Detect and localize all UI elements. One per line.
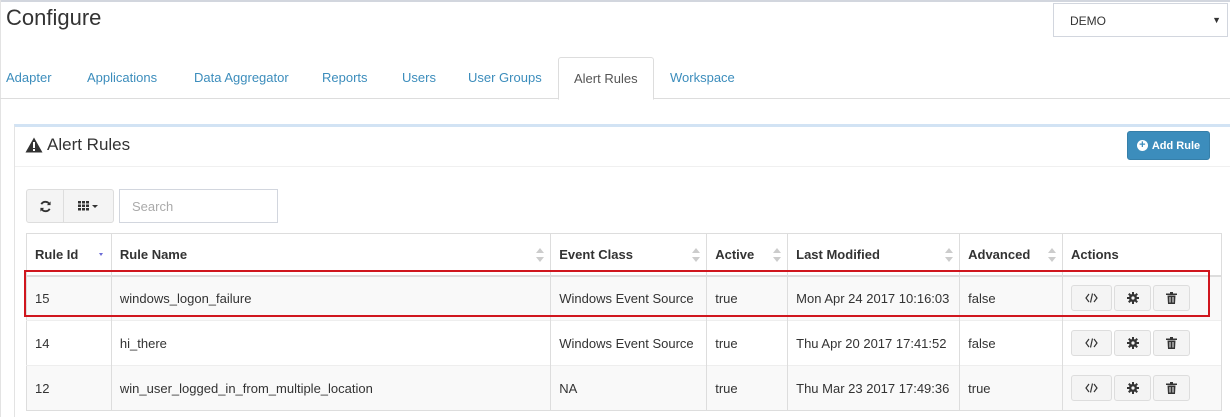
tab-data-aggregator[interactable]: Data Aggregator [194,57,289,99]
environment-select-value: DEMO [1070,14,1106,28]
trash-icon [1166,292,1178,305]
sort-icon [1048,248,1057,262]
sort-icon [536,248,545,262]
cell-active: true [706,275,789,321]
column-label: Last Modified [796,246,880,262]
box-title-text: Alert Rules [47,135,131,154]
code-icon [1085,293,1098,303]
cell-rule-id: 12 [26,365,112,411]
column-advanced[interactable]: Advanced [959,233,1064,277]
tab-alert-rules[interactable]: Alert Rules [558,57,654,100]
cell-advanced: false [959,275,1064,321]
cell-last-modified: Mon Apr 24 2017 10:16:03 [787,275,961,321]
alert-rules-box: Alert Rules + Add Rule Rule Id [14,124,1230,417]
settings-button[interactable] [1114,285,1152,312]
search-input[interactable] [119,189,278,223]
columns-toggle-button[interactable] [63,189,114,223]
column-label: Event Class [559,246,633,262]
column-label: Active [715,246,755,262]
top-border [0,0,1230,2]
cell-last-modified: Thu Apr 20 2017 17:41:52 [787,320,961,366]
refresh-icon [39,200,51,212]
column-label: Advanced [968,246,1031,262]
column-rule-name[interactable]: Rule Name [111,233,552,277]
tab-reports[interactable]: Reports [322,57,368,99]
cell-event-class: NA [550,365,708,411]
table-row[interactable]: 12 win_user_logged_in_from_multiple_loca… [26,365,1222,411]
cell-event-class: Windows Event Source [550,275,708,321]
page-title: Configure [6,5,102,30]
settings-button[interactable] [1114,330,1152,356]
alert-rules-table: Rule Id Rule Name Event Class Active Las… [26,233,1222,411]
column-active[interactable]: Active [706,233,789,277]
cell-last-modified: Thu Mar 23 2017 17:49:36 [787,365,961,411]
delete-button[interactable] [1153,330,1191,356]
trash-icon [1166,382,1178,394]
column-last-modified[interactable]: Last Modified [787,233,961,277]
column-actions: Actions [1062,233,1222,277]
cell-active: true [706,365,789,411]
column-label: Rule Id [35,246,79,262]
sort-icon [945,248,954,262]
edit-code-button[interactable] [1071,375,1113,401]
cell-actions [1062,365,1222,411]
add-rule-label: Add Rule [1151,139,1201,152]
cell-advanced: true [959,365,1064,411]
cell-actions [1062,275,1222,321]
column-event-class[interactable]: Event Class [550,233,708,277]
gear-icon [1126,292,1139,305]
tab-user-groups[interactable]: User Groups [468,57,542,99]
delete-button[interactable] [1153,285,1191,312]
column-rule-id[interactable]: Rule Id [26,233,112,277]
cell-active: true [706,320,789,366]
code-icon [1085,383,1098,393]
cell-rule-name: hi_there [111,320,552,366]
trash-icon [1166,337,1178,349]
delete-button[interactable] [1153,375,1191,401]
cell-rule-id: 14 [26,320,112,366]
tab-applications[interactable]: Applications [87,57,157,99]
gear-icon [1126,382,1139,394]
add-rule-button[interactable]: + Add Rule [1127,131,1210,160]
box-header: Alert Rules + Add Rule [15,127,1230,167]
columns-icon [77,201,98,211]
cell-event-class: Windows Event Source [550,320,708,366]
column-label: Rule Name [119,246,188,262]
tab-users[interactable]: Users [402,57,436,99]
sort-icon [692,248,701,262]
gear-icon [1126,337,1139,349]
plus-circle-icon: + [1136,140,1148,151]
cell-advanced: false [959,320,1064,366]
table-row[interactable]: 15 windows_logon_failure Windows Event S… [26,275,1222,321]
box-title: Alert Rules [25,135,130,155]
sort-desc-icon [98,253,103,256]
config-tabs: Adapter Applications Data Aggregator Rep… [0,57,1230,100]
environment-select[interactable]: DEMO ▼ [1053,3,1228,37]
column-label: Actions [1071,246,1119,262]
refresh-button[interactable] [26,189,64,223]
tab-workspace[interactable]: Workspace [670,57,735,99]
cell-actions [1062,320,1222,366]
edit-code-button[interactable] [1071,330,1113,356]
table-row[interactable]: 14 hi_there Windows Event Source true Th… [26,320,1222,366]
cell-rule-id: 15 [26,275,112,321]
edit-code-button[interactable] [1071,285,1113,312]
caret-down-icon: ▼ [1212,15,1221,25]
settings-button[interactable] [1114,375,1152,401]
table-header-row: Rule Id Rule Name Event Class Active Las… [26,233,1222,277]
sort-icon [773,248,782,262]
tab-adapter[interactable]: Adapter [6,57,52,99]
cell-rule-name: windows_logon_failure [111,275,552,321]
cell-rule-name: win_user_logged_in_from_multiple_locatio… [111,365,552,411]
code-icon [1085,338,1098,348]
warning-icon [25,137,43,153]
